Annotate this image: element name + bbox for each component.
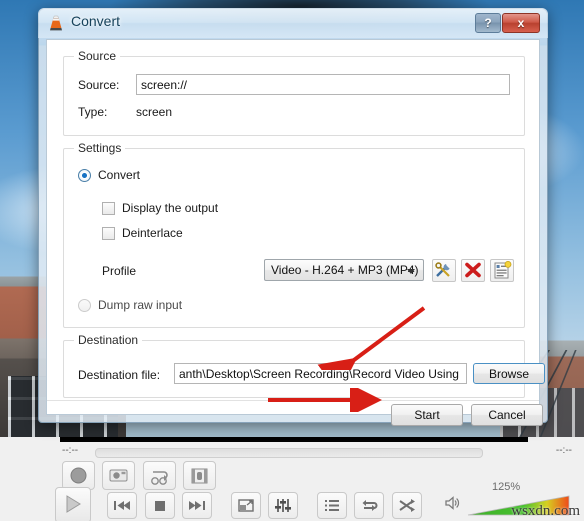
profile-combobox[interactable]: Video - H.264 + MP3 (MP4) [264, 259, 424, 281]
profile-label: Profile [102, 264, 137, 278]
profile-new-button[interactable] [490, 259, 514, 282]
stop-square-icon [154, 501, 165, 511]
dump-raw-input-radio[interactable] [78, 299, 91, 312]
video-letterbox-bar [60, 437, 528, 442]
total-time: --:-- [555, 445, 572, 456]
type-value: screen [136, 105, 173, 119]
deinterlace-checkbox[interactable] [102, 227, 115, 240]
shuffle-button[interactable] [391, 492, 422, 519]
convert-dialog: Convert ? x Source Source: Type: screen … [38, 8, 548, 426]
profile-edit-button[interactable] [432, 259, 456, 282]
profile-combobox-value: Video - H.264 + MP3 (MP4) [271, 263, 419, 277]
source-group-title: Source [74, 49, 121, 63]
profile-delete-button[interactable] [461, 259, 485, 282]
source-input[interactable] [136, 74, 510, 95]
camera-icon [109, 469, 128, 482]
previous-button[interactable] [107, 492, 138, 519]
seek-slider[interactable] [95, 448, 483, 458]
close-button[interactable]: x [502, 13, 540, 33]
destination-file-input[interactable] [174, 363, 467, 384]
frame-by-frame-button[interactable] [183, 461, 217, 490]
help-button[interactable]: ? [475, 13, 501, 33]
source-group: Source Source: Type: screen [63, 49, 525, 136]
destination-group: Destination Destination file: Browse [63, 333, 545, 398]
seek-row: --:-- --:-- [0, 443, 584, 459]
ab-loop-button[interactable] [142, 461, 176, 490]
browse-button[interactable]: Browse [473, 363, 545, 384]
start-button[interactable]: Start [391, 404, 463, 426]
fullscreen-button[interactable] [230, 492, 261, 519]
destination-group-title: Destination [74, 333, 143, 347]
convert-radio[interactable] [78, 169, 91, 182]
view-group [230, 492, 301, 519]
display-output-checkbox[interactable] [102, 202, 115, 215]
watermark: wsxdn.com [511, 503, 580, 519]
settings-group-title: Settings [74, 141, 126, 155]
loop-button[interactable] [354, 492, 385, 519]
convert-radio-label: Convert [98, 168, 141, 182]
type-label: Type: [78, 105, 108, 119]
settings-group: Settings Convert Display the output Dein… [63, 141, 525, 328]
film-frame-icon [191, 468, 208, 484]
screen-root: --:-- --:-- 125% wsxdn.com Convert ? x S… [0, 0, 584, 521]
volume-label: 125% [492, 481, 521, 493]
playlist-icon [324, 500, 339, 511]
tools-wrench-icon [435, 262, 450, 277]
dialog-titlebar[interactable]: Convert ? x [38, 8, 548, 38]
transport-group [107, 492, 215, 519]
record-circle-icon [70, 467, 87, 484]
dump-raw-input-label: Dump raw input [98, 298, 183, 312]
speaker-icon[interactable] [444, 495, 460, 511]
dialog-body: Source Source: Type: screen Settings Con… [46, 39, 545, 426]
next-button[interactable] [182, 492, 213, 519]
equalizer-sliders-icon [275, 499, 292, 512]
cancel-button[interactable]: Cancel [471, 404, 543, 426]
ab-loop-icon [151, 471, 168, 485]
stop-button[interactable] [144, 492, 175, 519]
vlc-cone-icon [50, 15, 62, 31]
extended-buttons-row [62, 461, 219, 490]
snapshot-button[interactable] [102, 461, 136, 490]
equalizer-button[interactable] [268, 492, 299, 519]
footer-divider [47, 400, 539, 401]
transport-controls [55, 492, 436, 519]
chevron-down-icon [407, 269, 415, 274]
display-output-label: Display the output [122, 201, 219, 215]
loop-repeat-icon [362, 500, 378, 511]
red-x-delete-icon [465, 262, 481, 278]
shuffle-icon [399, 499, 415, 512]
dialog-title: Convert [71, 13, 121, 29]
source-label: Source: [78, 78, 120, 92]
playlist-button[interactable] [316, 492, 347, 519]
skip-backward-icon [114, 501, 131, 510]
deinterlace-label: Deinterlace [122, 226, 183, 240]
record-button[interactable] [62, 461, 95, 490]
playlist-group [316, 492, 425, 519]
elapsed-time: --:-- [62, 445, 79, 456]
vlc-player-controls: --:-- --:-- 125% wsxdn.com [0, 437, 584, 521]
new-profile-icon [494, 261, 512, 279]
skip-forward-icon [189, 501, 206, 510]
destination-file-label: Destination file: [78, 368, 161, 382]
fullscreen-icon [238, 499, 254, 512]
